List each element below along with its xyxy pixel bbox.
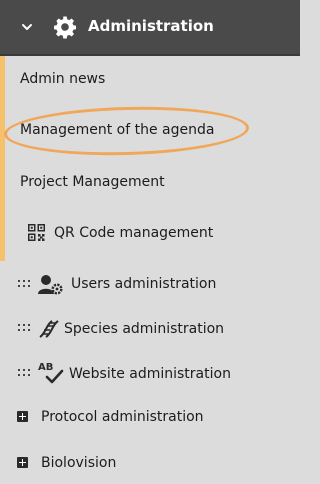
submenu-item-project-management[interactable]: Project Management [20,174,165,190]
menu-item-label: Website administration [69,366,231,382]
users-gear-icon [38,275,63,295]
menu-item-label: Protocol administration [41,409,204,425]
dna-icon [39,320,59,338]
menu-item-biolovision[interactable]: Biolovision [0,444,300,484]
menu-item-users-administration[interactable]: Users administration [0,265,300,305]
menu-item-label: Biolovision [41,455,117,471]
submenu-accent-bar [0,56,5,261]
menu-item-species-administration[interactable]: Species administration [0,309,300,349]
header-title: Administration [88,17,214,35]
svg-text:AB: AB [38,362,53,373]
plus-square-icon[interactable] [17,457,28,468]
gear-icon [54,16,76,39]
administration-header[interactable]: Administration [0,0,300,56]
submenu-item-admin-news[interactable]: Admin news [20,71,105,87]
submenu-item-qr-code-management[interactable]: QR Code management [54,225,213,241]
drag-handle-icon[interactable] [18,280,30,288]
drag-handle-icon[interactable] [18,369,30,377]
drag-handle-icon[interactable] [18,324,30,332]
spellcheck-icon: AB [38,362,64,384]
menu-item-website-administration[interactable]: AB Website administration [0,354,300,394]
menu-item-label: Species administration [64,321,225,337]
chevron-down-icon[interactable] [20,20,34,34]
menu-item-label: Users administration [71,276,217,292]
plus-square-icon[interactable] [17,411,28,422]
menu-item-protocol-administration[interactable]: Protocol administration [0,398,300,438]
qr-code-icon [28,224,45,241]
